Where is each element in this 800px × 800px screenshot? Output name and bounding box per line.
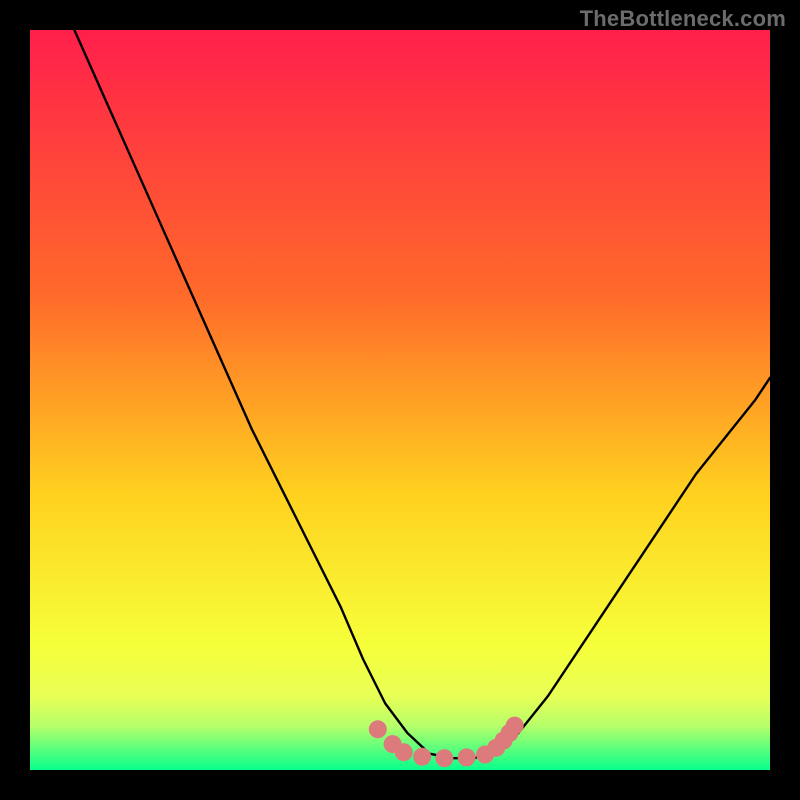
chart-frame: TheBottleneck.com (0, 0, 800, 800)
watermark-text: TheBottleneck.com (580, 6, 786, 32)
bottom-marker-dot (395, 743, 413, 761)
bottom-marker-dot (413, 748, 431, 766)
bottom-marker-dot (435, 749, 453, 767)
bottom-marker-dot (458, 748, 476, 766)
bottom-marker-dot (506, 717, 524, 735)
plot-area (30, 30, 770, 770)
chart-svg (30, 30, 770, 770)
bottom-marker-dot (369, 720, 387, 738)
gradient-background (30, 30, 770, 770)
